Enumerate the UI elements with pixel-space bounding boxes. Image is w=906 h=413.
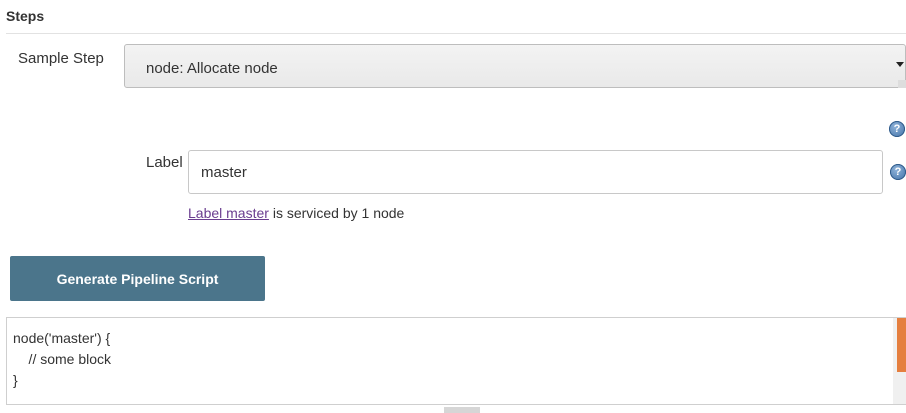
help-icon[interactable]: ? xyxy=(889,121,905,137)
select-scrollbar xyxy=(898,80,906,88)
section-title: Steps xyxy=(6,8,45,24)
chevron-down-icon[interactable] xyxy=(896,62,904,67)
sample-step-selected-value: node: Allocate node xyxy=(146,60,278,77)
script-line: } xyxy=(13,372,18,388)
label-field-label: Label xyxy=(146,154,183,171)
sample-step-label: Sample Step xyxy=(18,50,104,67)
generate-pipeline-script-button[interactable]: Generate Pipeline Script xyxy=(10,256,265,301)
textarea-resize-handle[interactable] xyxy=(444,407,480,413)
label-status-text: is serviced by 1 node xyxy=(268,205,405,221)
script-line: // some block xyxy=(13,351,112,367)
label-master-link[interactable]: Label master xyxy=(188,205,269,221)
section-divider xyxy=(6,33,906,34)
label-input[interactable] xyxy=(188,150,883,194)
label-status-note: Label master is serviced by 1 node xyxy=(188,205,404,221)
script-line: node('master') { xyxy=(13,330,111,346)
help-icon[interactable]: ? xyxy=(890,164,906,180)
pipeline-script-textarea[interactable]: node('master') { // some block } xyxy=(6,317,906,405)
script-scrollbar-thumb[interactable] xyxy=(897,318,906,372)
